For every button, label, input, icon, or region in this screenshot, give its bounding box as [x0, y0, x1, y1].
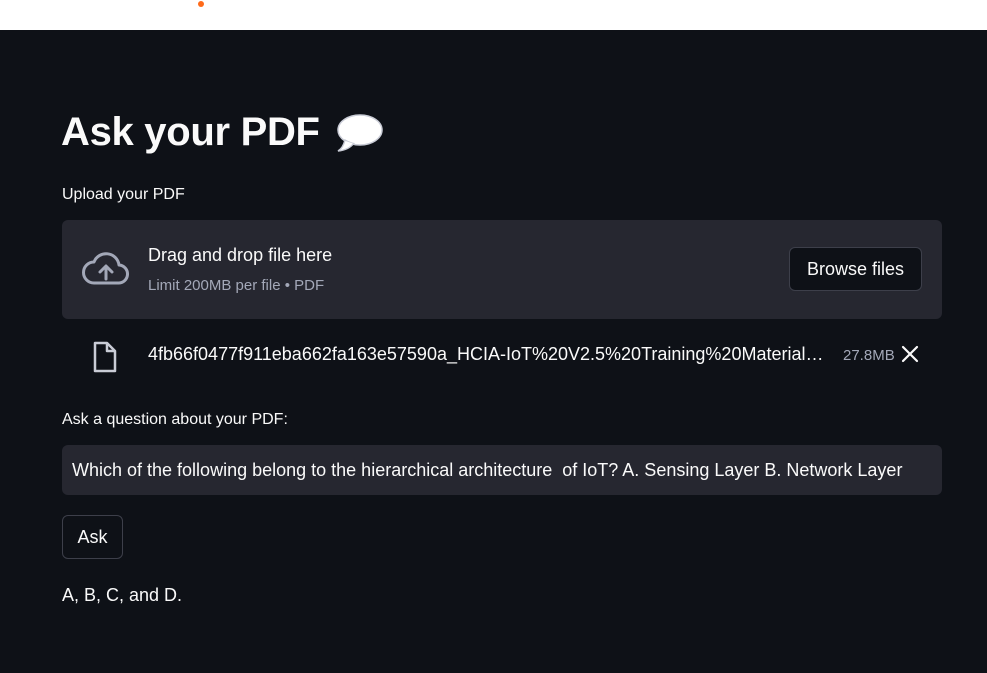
- cloud-upload-icon: [82, 252, 129, 285]
- file-dropzone[interactable]: Drag and drop file here Limit 200MB per …: [62, 220, 942, 319]
- uploaded-file-row: 4fb66f0477f911eba662fa163e57590a_HCIA-Io…: [62, 336, 942, 376]
- file-icon: [93, 341, 117, 373]
- file-limit-text: Limit 200MB per file • PDF: [148, 277, 325, 294]
- main-content: Ask your PDF Upload your PDF Drag and dr…: [0, 30, 987, 673]
- upload-label: Upload your PDF: [62, 186, 185, 203]
- uploaded-file-name: 4fb66f0477f911eba662fa163e57590a_HCIA-Io…: [148, 344, 824, 364]
- drag-drop-text: Drag and drop file here: [148, 245, 333, 265]
- question-input[interactable]: [62, 445, 942, 495]
- close-icon[interactable]: [900, 344, 920, 364]
- browse-files-button[interactable]: Browse files: [789, 247, 922, 291]
- uploaded-file-size: 27.8MB: [843, 347, 895, 364]
- page-title: Ask your PDF: [61, 110, 384, 155]
- status-dot: [198, 1, 204, 7]
- page-title-text: Ask your PDF: [61, 110, 320, 154]
- speech-bubble-icon: [336, 113, 383, 152]
- question-label: Ask a question about your PDF:: [62, 411, 288, 428]
- answer-text: A, B, C, and D.: [62, 585, 183, 605]
- ask-button[interactable]: Ask: [62, 515, 123, 559]
- top-header-bar: [0, 0, 987, 30]
